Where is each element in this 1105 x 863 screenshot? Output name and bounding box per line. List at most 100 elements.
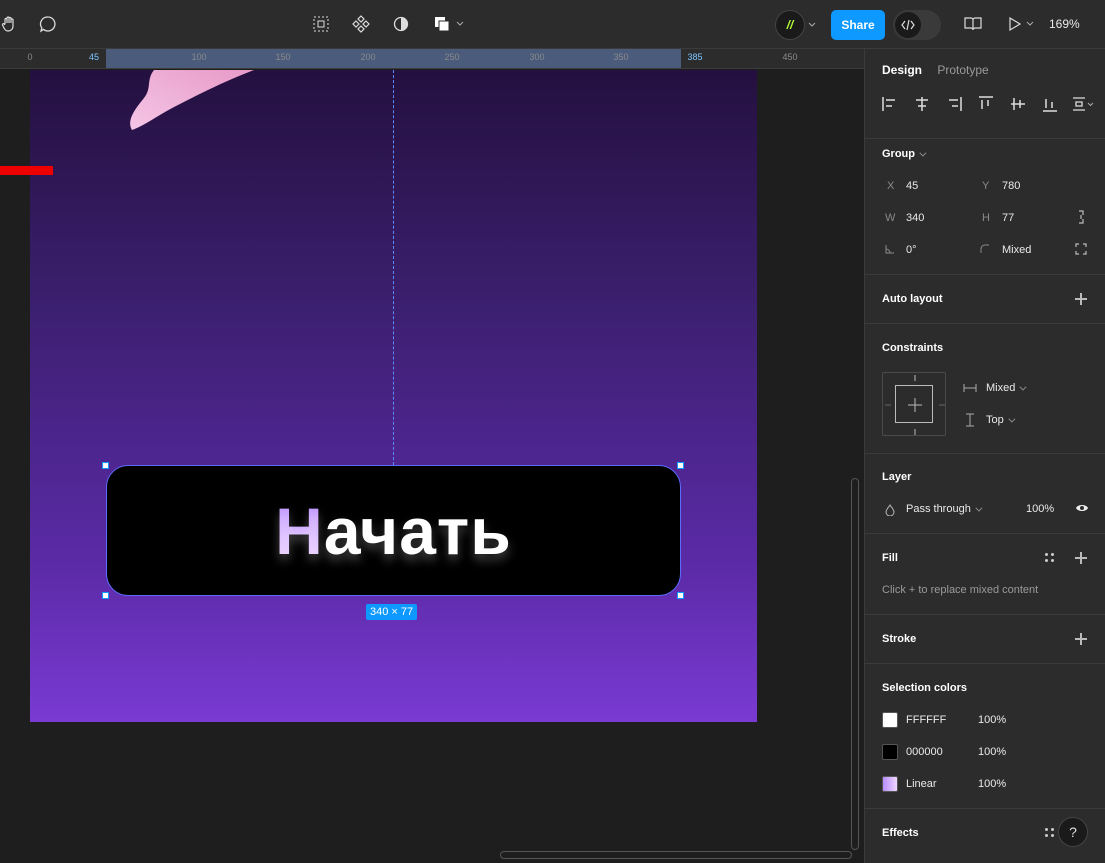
corner-radius-field[interactable]: Mixed [1002,244,1031,256]
color-swatch-white[interactable] [882,712,898,728]
h-label: H [982,212,990,224]
resize-handle-tl[interactable] [102,462,109,469]
color-name[interactable]: Linear [906,778,937,790]
align-top-icon[interactable] [977,95,995,113]
fill-hint: Click + to replace mixed content [882,584,1039,596]
code-icon [895,12,921,38]
divider [865,614,1105,615]
ruler-tick: 350 [613,52,629,62]
frame-grid-icon[interactable] [309,12,333,36]
alignment-toolbar [881,95,1094,115]
add-stroke-icon[interactable] [1075,633,1087,645]
constrain-proportions-icon[interactable] [1075,209,1087,225]
layer-title: Layer [882,471,912,483]
horizontal-ruler: 0 45 100 150 200 250 300 350 385 450 [0,49,864,69]
w-label: W [885,212,896,224]
color-opacity[interactable]: 100% [978,746,1006,758]
ruler-tick: 385 [687,52,703,62]
start-button-label-rest: ачать [323,493,512,568]
blend-mode-value: Pass through [906,503,971,515]
ruler-tick: 100 [191,52,207,62]
layer-opacity-field[interactable]: 100% [1026,503,1054,515]
color-name[interactable]: 000000 [906,746,943,758]
styles-grid-icon[interactable] [1045,553,1055,563]
styles-grid-icon[interactable] [1045,828,1055,838]
color-opacity[interactable]: 100% [978,778,1006,790]
constraint-horizontal-ticks [885,404,945,406]
divider [865,323,1105,324]
share-button[interactable]: Share [831,10,885,40]
rotation-field[interactable]: 0° [906,244,917,256]
add-auto-layout-icon[interactable] [1075,293,1087,305]
rocket-flame-shape[interactable] [126,70,256,134]
resize-handle-br[interactable] [677,592,684,599]
comment-icon[interactable] [36,12,60,36]
design-canvas[interactable]: Начать 340 × 77 [0,70,864,863]
align-horizontal-center-icon[interactable] [913,95,931,113]
boolean-ops-icon[interactable] [430,12,466,36]
effects-title: Effects [882,827,919,839]
blend-mode-select[interactable]: Pass through [906,503,983,515]
dev-mode-toggle[interactable] [893,10,941,40]
ruler-tick: 300 [529,52,545,62]
properties-panel: Design Prototype Group X 45 Y 780 W 340 … [864,49,1105,863]
resize-handle-bl[interactable] [102,592,109,599]
dimension-badge: 340 × 77 [366,604,418,620]
independent-corners-icon[interactable] [1075,243,1087,255]
color-opacity[interactable]: 100% [978,714,1006,726]
color-swatch-linear[interactable] [882,776,898,792]
horizontal-constraint-value: Mixed [986,382,1016,394]
color-name[interactable]: FFFFFF [906,714,946,726]
user-avatar[interactable]: // [775,10,805,40]
eye-icon[interactable] [1075,503,1089,513]
divider [865,533,1105,534]
hand-tool-icon[interactable] [0,12,21,36]
resize-handle-tr[interactable] [677,462,684,469]
align-left-icon[interactable] [881,95,899,113]
horizontal-scrollbar[interactable] [500,851,852,859]
present-play-icon[interactable] [1005,12,1037,36]
divider [865,808,1105,809]
align-right-icon[interactable] [945,95,963,113]
group-title-text: Group [882,148,915,160]
selection-colors-title: Selection colors [882,682,967,694]
vertical-constraint-icon [966,413,974,427]
height-field[interactable]: 77 [1002,212,1014,224]
y-label: Y [982,180,990,192]
x-field[interactable]: 45 [906,180,918,192]
x-label: X [887,180,895,192]
vertical-constraint-value: Top [986,414,1004,426]
divider [865,138,1105,139]
vertical-scrollbar[interactable] [851,478,859,850]
align-vertical-center-icon[interactable] [1009,95,1027,113]
zoom-level[interactable]: 169% [1049,17,1080,31]
distribute-icon[interactable] [1071,95,1095,113]
constraints-widget[interactable] [882,372,946,436]
red-marker [0,166,53,175]
start-button-label: Начать [275,493,512,569]
panel-tabs: Design Prototype [882,63,1001,77]
component-icon[interactable] [349,12,373,36]
horizontal-constraint-select[interactable]: Mixed [986,382,1027,394]
chevron-down-icon [919,149,927,157]
group-section-title[interactable]: Group [882,148,927,160]
center-guide-line [393,70,394,465]
chevron-down-icon [1019,383,1027,391]
divider [865,453,1105,454]
add-fill-icon[interactable] [1075,552,1087,564]
y-field[interactable]: 780 [1002,180,1020,192]
divider [865,663,1105,664]
color-swatch-black[interactable] [882,744,898,760]
help-button[interactable]: ? [1058,817,1088,847]
contrast-icon[interactable] [389,12,413,36]
align-bottom-icon[interactable] [1041,95,1059,113]
tab-prototype[interactable]: Prototype [937,63,988,77]
chevron-down-icon[interactable] [805,12,819,36]
toolbar: // Share 169% [0,0,1105,49]
start-button-group[interactable]: Начать [106,465,681,596]
tab-design[interactable]: Design [882,63,922,77]
vertical-constraint-select[interactable]: Top [986,414,1016,426]
width-field[interactable]: 340 [906,212,924,224]
start-button-label-first: Н [275,493,324,568]
library-book-icon[interactable] [961,12,985,36]
